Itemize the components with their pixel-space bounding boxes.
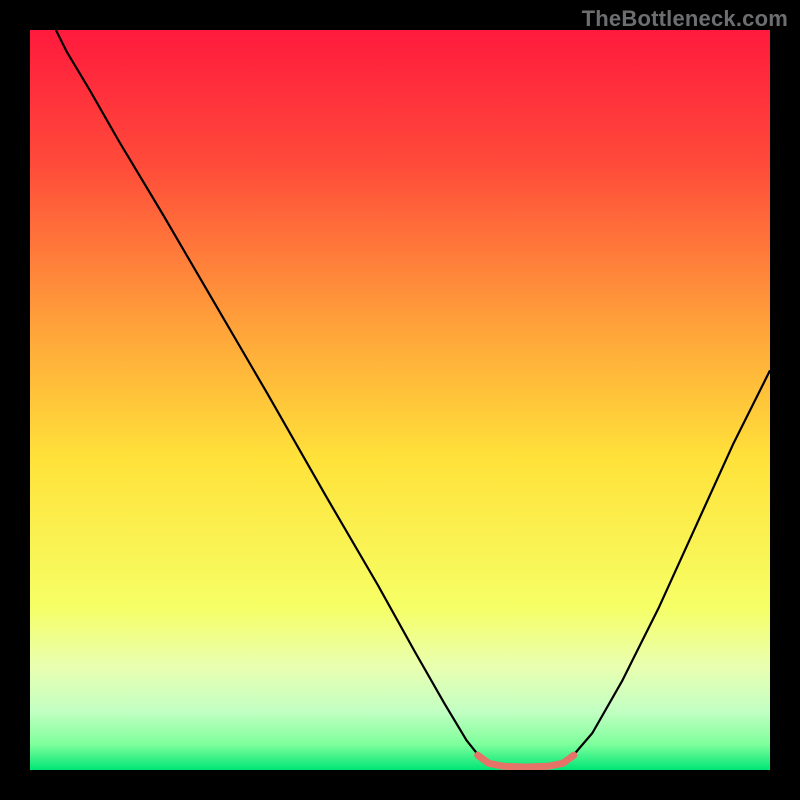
chart-frame: TheBottleneck.com (0, 0, 800, 800)
chart-svg (30, 30, 770, 770)
watermark-label: TheBottleneck.com (582, 6, 788, 32)
gradient-background (30, 30, 770, 770)
plot-area (30, 30, 770, 770)
